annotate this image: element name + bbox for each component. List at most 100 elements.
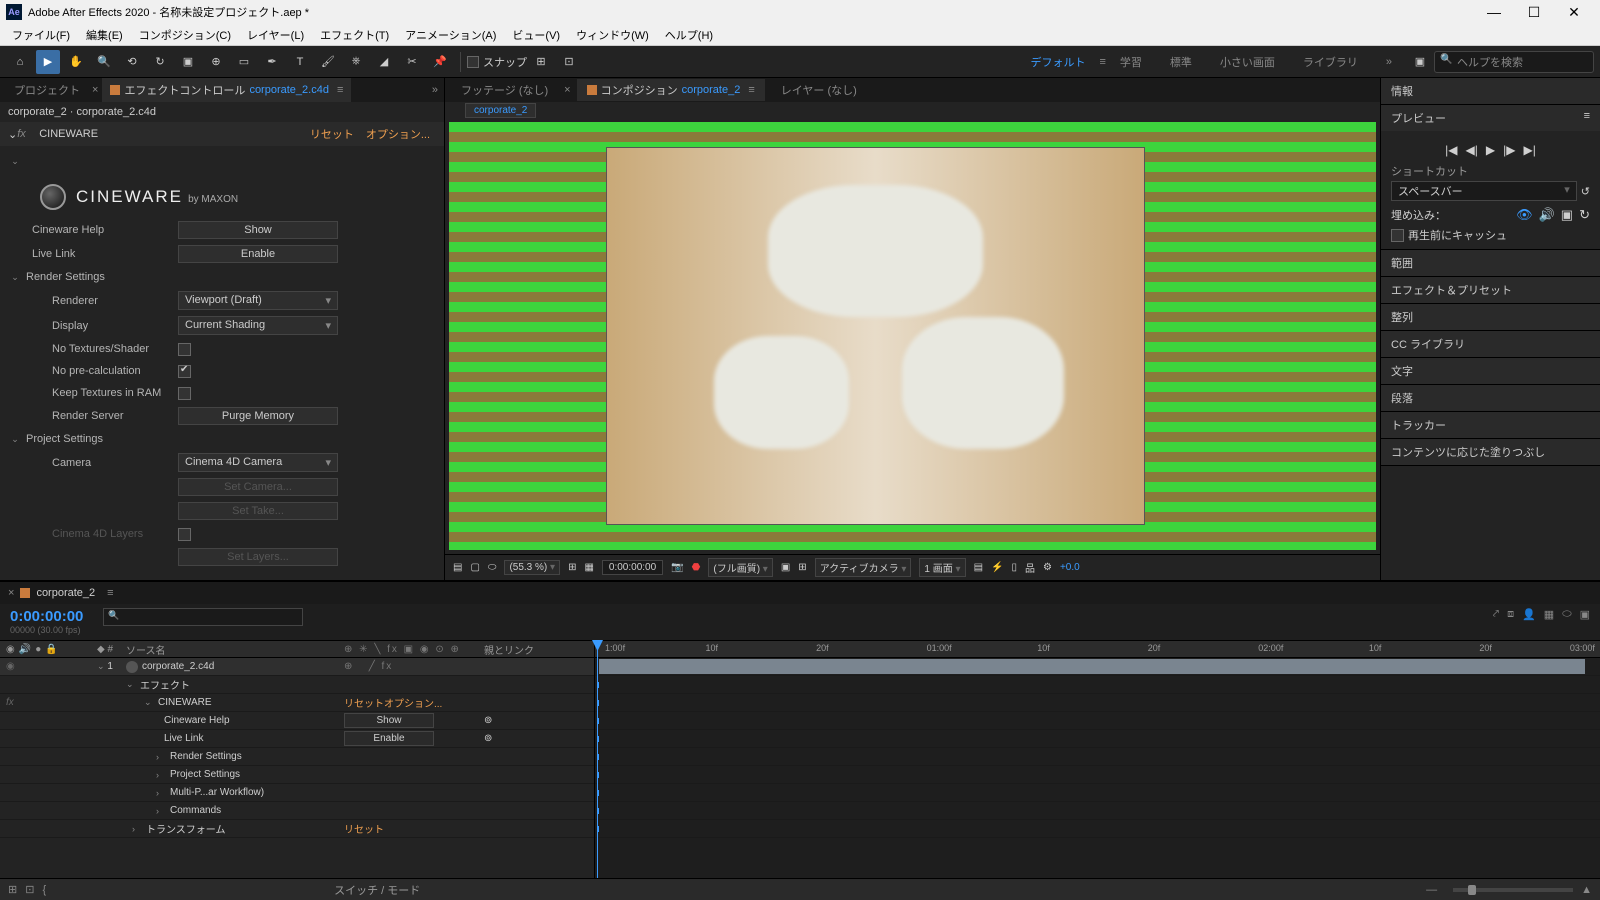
menu-composition[interactable]: コンポジション(C) [131,25,239,45]
brush-tool[interactable]: 🖌 [316,50,340,74]
comp-mini-flowchart-icon[interactable]: ⤤ [1493,608,1499,621]
effects-presets-header[interactable]: エフェクト＆プリセット [1381,277,1600,303]
preview-panel-header[interactable]: プレビュー≡ [1381,105,1600,131]
grid-icon[interactable]: ⊞ [798,562,806,573]
brace-icon[interactable]: { [42,884,46,896]
pickwhip-icon-2[interactable]: ⊚ [484,733,492,744]
embed-overlay-icon[interactable]: ▣ [1561,207,1573,223]
toggle-switches-icon[interactable]: ⊞ [8,883,17,896]
tl-reset[interactable]: リセット [344,695,384,710]
monitor-icon[interactable]: ▢ [470,562,479,573]
menu-file[interactable]: ファイル(F) [4,25,78,45]
paragraph-panel-header[interactable]: 段落 [1381,385,1600,411]
tab-footage[interactable]: フッテージ (なし) [451,79,558,101]
prev-frame-button[interactable]: ◀| [1466,143,1478,157]
help-search[interactable]: ヘルプを検索 [1434,51,1594,73]
no-precalc-checkbox[interactable] [178,365,191,378]
quality-dropdown[interactable]: (フル画質) [708,558,772,577]
composition-viewer[interactable] [449,122,1376,550]
minimize-button[interactable]: — [1474,4,1514,20]
workspace-library[interactable]: ライブラリ [1289,50,1372,74]
menu-effect[interactable]: エフェクト(T) [312,25,397,45]
keep-textures-checkbox[interactable] [178,387,191,400]
tl-options[interactable]: オプション... [384,695,442,710]
align-panel-header[interactable]: 整列 [1381,304,1600,330]
tl-show-button[interactable]: Show [344,713,434,728]
camera-dropdown[interactable]: Cinema 4D Camera [178,453,338,472]
display-dropdown[interactable]: Current Shading [178,316,338,335]
character-panel-header[interactable]: 文字 [1381,358,1600,384]
type-tool[interactable]: T [288,50,312,74]
label-column-icon[interactable]: ◆ [97,644,105,655]
content-aware-header[interactable]: コンテンツに応じた塗りつぶし [1381,439,1600,465]
tl-transform[interactable]: トランスフォーム [146,821,226,836]
channel-icon[interactable]: ⬣ [692,562,701,573]
timeline-tracks-area[interactable]: 1:00f 10f 20f 01:00f 10f 20f 02:00f 10f … [595,640,1600,878]
workspace-small[interactable]: 小さい画面 [1206,50,1289,74]
tab-layer[interactable]: レイヤー (なし) [771,79,867,101]
workspace-default[interactable]: デフォルト [1016,50,1099,74]
orbit-tool[interactable]: ⟲ [120,50,144,74]
flowchart-icon[interactable]: 品 [1025,560,1035,575]
shy-icon[interactable]: 👤 [1522,608,1536,621]
embed-audio-icon[interactable]: 🔊 [1539,207,1555,223]
menu-window[interactable]: ウィンドウ(W) [568,25,657,45]
cineware-expand[interactable]: ⌄ [144,697,154,708]
draft-3d-icon[interactable]: ⧈ [1507,608,1514,621]
timeline-tab[interactable]: corporate_2 [36,587,95,599]
home-tool[interactable]: ⌂ [8,50,32,74]
panel-overflow[interactable]: » [432,84,438,96]
layer-name[interactable]: corporate_2.c4d [142,661,214,672]
maximize-button[interactable]: ☐ [1514,4,1554,21]
pen-tool[interactable]: ✒ [260,50,284,74]
menu-edit[interactable]: 編集(E) [78,25,131,45]
timeline-timecode[interactable]: 0:00:00:00 [10,608,83,625]
transparency-icon[interactable]: ▦ [584,562,593,573]
rotate-tool[interactable]: ↻ [148,50,172,74]
pixel-aspect-icon[interactable]: ▤ [974,562,983,573]
set-take-button[interactable]: Set Take... [178,502,338,520]
embed-video-icon[interactable]: 👁 [1516,207,1533,223]
layer-expand[interactable]: ⌄ [97,661,105,671]
close-button[interactable]: ✕ [1554,4,1594,21]
timeline-search[interactable] [103,608,303,626]
enable-button[interactable]: Enable [178,245,338,263]
snap-options[interactable]: ⊞ [529,50,553,74]
reset-link[interactable]: リセット [304,126,360,142]
menu-view[interactable]: ビュー(V) [504,25,568,45]
play-button[interactable]: ▶ [1486,143,1495,157]
tl-proj[interactable]: Project Settings [170,769,240,780]
cache-before-play-checkbox[interactable] [1391,229,1404,242]
switch-modes-button[interactable]: スイッチ / モード [334,882,420,898]
tab-effect-controls[interactable]: エフェクトコントロール corporate_2.c4d ≡ [102,78,351,102]
roto-tool[interactable]: ✂ [400,50,424,74]
roi-icon[interactable]: ▣ [781,562,790,573]
solo-column-icon[interactable]: ● [35,644,41,655]
workspace-learn[interactable]: 学習 [1106,50,1156,74]
zoom-in-icon[interactable]: ▲ [1581,884,1592,896]
first-frame-button[interactable]: |◀ [1445,143,1457,157]
range-panel-header[interactable]: 範囲 [1381,250,1600,276]
snap-checkbox[interactable] [467,56,479,68]
render-settings-toggle[interactable]: ⌄ [8,272,22,283]
pickwhip-icon[interactable]: ⊚ [484,715,492,726]
next-frame-button[interactable]: |▶ [1503,143,1515,157]
pan-behind-tool[interactable]: ⊕ [204,50,228,74]
tl-enable-button[interactable]: Enable [344,731,434,746]
show-button[interactable]: Show [178,221,338,239]
shortcut-dropdown[interactable]: スペースバー [1391,181,1577,201]
tl-multi[interactable]: Multi-P...ar Workflow) [170,787,264,798]
frame-blend-icon[interactable]: ▦ [1544,608,1554,621]
hand-tool[interactable]: ✋ [64,50,88,74]
snap-options-2[interactable]: ⊡ [557,50,581,74]
motion-blur-icon[interactable]: ⬭ [1562,608,1571,621]
views-dropdown[interactable]: 1 画面 [919,558,965,577]
puppet-tool[interactable]: 📌 [428,50,452,74]
timeline-zoom-slider[interactable] [1453,888,1573,892]
renderer-dropdown[interactable]: Viewport (Draft) [178,291,338,310]
no-textures-checkbox[interactable] [178,343,191,356]
timeline-tab-close[interactable]: × [8,587,14,599]
project-settings-toggle[interactable]: ⌄ [8,434,22,445]
parent-link-header[interactable]: 親とリンク [484,642,594,657]
purge-memory-button[interactable]: Purge Memory [178,407,338,425]
